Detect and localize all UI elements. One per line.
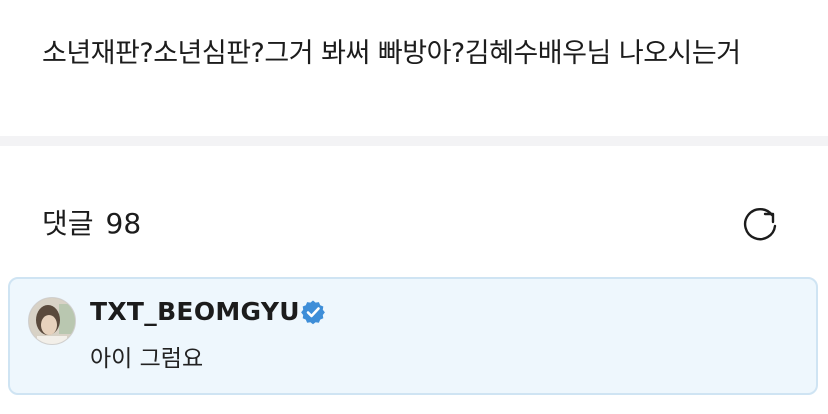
comment-text: 아이 그럼요	[90, 346, 204, 372]
comments-label: 댓글	[42, 207, 94, 240]
comment-card[interactable]: TXT_BEOMGYU 아이 그럼요	[8, 277, 818, 395]
verified-badge-icon	[301, 300, 325, 325]
comments-header: 댓글 98	[42, 204, 153, 244]
comments-count: 98	[105, 207, 142, 240]
section-divider	[0, 136, 828, 146]
avatar[interactable]	[28, 297, 76, 345]
refresh-button[interactable]	[738, 205, 782, 245]
refresh-icon	[743, 207, 777, 241]
comment-username[interactable]: TXT_BEOMGYU	[90, 295, 300, 329]
post-body: 소년재판?소년심판?그거 봐써 빠방아?김혜수배우님 나오시는거	[42, 38, 741, 69]
